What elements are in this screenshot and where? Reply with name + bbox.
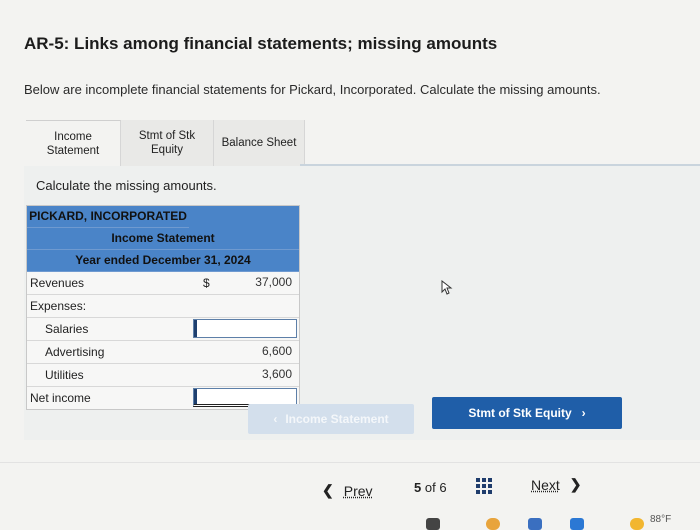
mouse-pointer-icon xyxy=(440,280,454,296)
prev-label: Prev xyxy=(344,483,373,499)
prev-button[interactable]: ❮ Prev xyxy=(322,482,373,499)
panel-instruction: Calculate the missing amounts. xyxy=(36,178,217,193)
chevron-left-icon: ‹ xyxy=(273,412,277,426)
advertising-label: Advertising xyxy=(45,345,104,359)
tab-balance-sheet[interactable]: Balance Sheet xyxy=(214,120,305,166)
row-utilities: Utilities 3,600 xyxy=(27,364,299,387)
chevron-left-icon: ❮ xyxy=(322,482,334,499)
browser-icon[interactable] xyxy=(486,518,500,530)
problem-intro: Below are incomplete financial statement… xyxy=(24,82,601,97)
utilities-label: Utilities xyxy=(45,368,84,382)
footer-divider xyxy=(0,462,700,463)
app-icon[interactable] xyxy=(528,518,542,530)
utilities-value: 3,600 xyxy=(193,364,296,385)
tab-income-statement[interactable]: Income Statement xyxy=(26,120,121,166)
row-expenses: Expenses: xyxy=(27,295,299,318)
advertising-value: 6,600 xyxy=(193,341,296,362)
next-label: Next xyxy=(531,477,560,493)
row-revenues: Revenues $ 37,000 xyxy=(27,272,299,295)
statement-tabs: Income Statement Stmt of Stk Equity Bala… xyxy=(26,120,305,166)
statement-period: Year ended December 31, 2024 xyxy=(27,250,299,272)
row-salaries: Salaries xyxy=(27,318,299,341)
next-tab-label: Stmt of Stk Equity xyxy=(468,406,571,420)
salaries-input[interactable] xyxy=(193,319,297,338)
prev-tab-label: Income Statement xyxy=(285,412,388,426)
salaries-label: Salaries xyxy=(45,322,88,336)
app-icon[interactable] xyxy=(570,518,584,530)
expenses-label: Expenses: xyxy=(30,299,86,313)
next-tab-button[interactable]: Stmt of Stk Equity › xyxy=(432,397,622,429)
chevron-right-icon: ❯ xyxy=(570,476,582,493)
revenues-value: 37,000 xyxy=(193,272,296,293)
statement-header: PICKARD, INCORPORATED Income Statement Y… xyxy=(27,206,299,272)
page-current: 5 xyxy=(414,480,421,495)
page-title: AR-5: Links among financial statements; … xyxy=(24,34,497,54)
statement-name: Income Statement xyxy=(27,228,299,250)
tab-stmt-of-stk-equity[interactable]: Stmt of Stk Equity xyxy=(121,120,214,166)
chevron-right-icon: › xyxy=(582,406,586,420)
revenues-label: Revenues xyxy=(30,276,84,290)
net-income-label: Net income xyxy=(30,391,91,405)
weather-icon xyxy=(630,518,644,530)
income-statement-table: PICKARD, INCORPORATED Income Statement Y… xyxy=(26,205,300,410)
prev-tab-button[interactable]: ‹ Income Statement xyxy=(248,404,414,434)
next-button[interactable]: Next ❯ xyxy=(531,476,582,493)
row-advertising: Advertising 6,600 xyxy=(27,341,299,364)
page-indicator: 5 of 6 xyxy=(414,480,447,495)
grid-icon[interactable] xyxy=(476,478,492,494)
page-total: of 6 xyxy=(425,480,447,495)
app-icon[interactable] xyxy=(426,518,440,530)
temperature-readout: 88°F xyxy=(650,514,671,525)
taskbar xyxy=(0,510,700,526)
company-name: PICKARD, INCORPORATED xyxy=(27,206,189,228)
